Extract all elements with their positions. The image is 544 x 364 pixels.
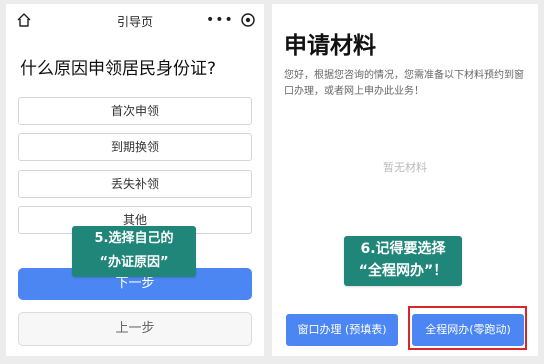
left-screen: 引导页 ••• 什么原因申领居民身份证? 首次申领 到期换领 丢失补领 其他 下… [6, 4, 264, 356]
option-lost-replace[interactable]: 丢失补领 [18, 170, 252, 198]
menu-capsule[interactable]: ••• [204, 10, 258, 32]
more-icon[interactable]: ••• [206, 12, 234, 28]
close-target-icon[interactable] [240, 12, 256, 28]
right-screen: 申请材料 您好，根据您咨询的情况，您需准备以下材料预约到窗口办理，或者网上申办此… [272, 4, 538, 356]
callout-tip-step5: 5.选择自己的 “办证原因” [72, 226, 196, 277]
question-heading: 什么原因申领居民身份证? [20, 59, 217, 79]
highlight-box [408, 306, 527, 350]
callout-line1: 5.选择自己的 [94, 231, 174, 246]
prev-button[interactable]: 上一步 [18, 312, 252, 346]
option-expiry-renew[interactable]: 到期换领 [18, 133, 252, 161]
callout-line2: “全程网办”！ [358, 263, 448, 279]
description-text: 您好，根据您咨询的情况，您需准备以下材料预约到窗口办理，或者网上申办此业务！ [284, 70, 524, 97]
page-title: 申请材料 [284, 33, 376, 59]
empty-materials-text: 暂无材料 [383, 161, 427, 174]
top-nav-bar: 引导页 ••• [6, 4, 264, 38]
callout-line2: “办证原因” [72, 251, 196, 275]
callout-line1: 6.记得要选择 [360, 241, 446, 257]
callout-tip-step6: 6.记得要选择 “全程网办”！ [344, 236, 462, 286]
window-apply-button[interactable]: 窗口办理 (预填表) [286, 314, 398, 346]
option-first-apply[interactable]: 首次申领 [18, 97, 252, 125]
